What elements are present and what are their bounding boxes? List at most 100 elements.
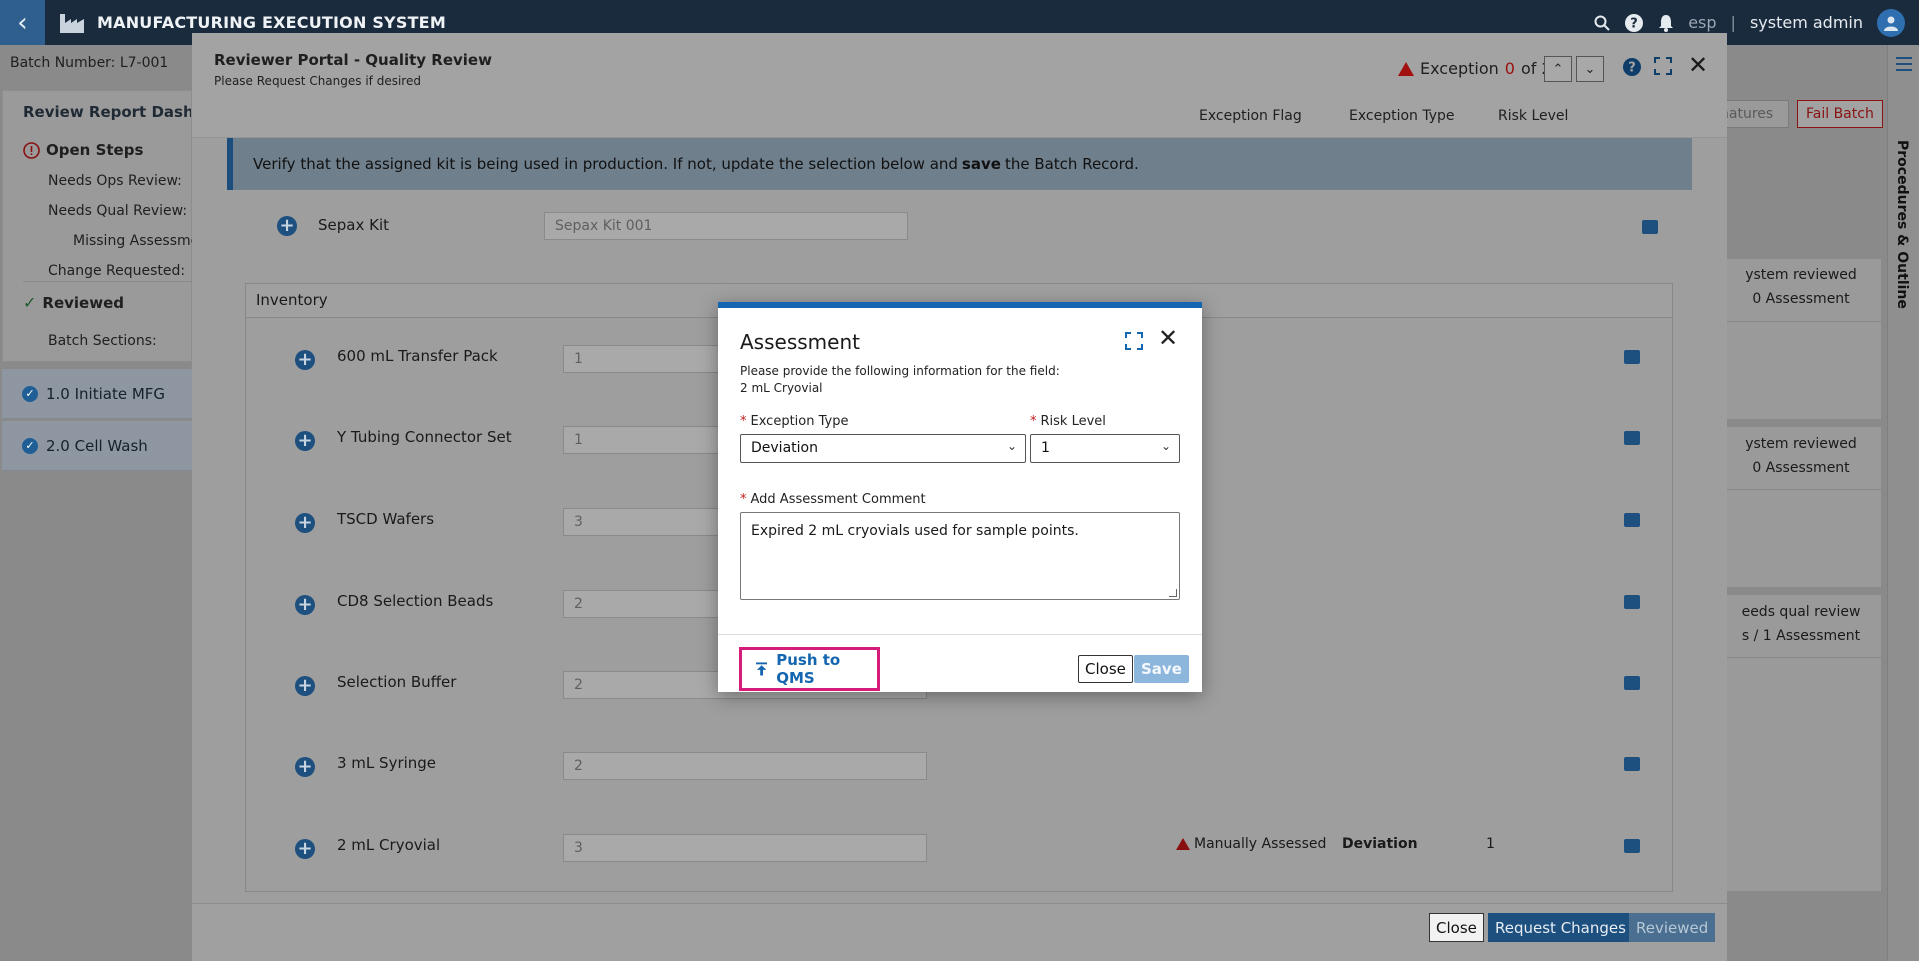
batch-number: Batch Number: L7-001	[10, 55, 169, 71]
dialog-info: Please provide the following information…	[740, 363, 1060, 397]
section-label: 1.0 Initiate MFG	[46, 384, 166, 403]
batch-sections-label: Batch Sections:	[48, 333, 157, 349]
open-steps-label[interactable]: Open Steps	[46, 141, 143, 159]
card-assessment-count: 0 Assessment	[1752, 460, 1850, 476]
bell-icon[interactable]	[1658, 14, 1674, 32]
upload-icon	[756, 662, 768, 676]
exception-type-select[interactable]: Deviation ⌄	[740, 434, 1026, 463]
dialog-save-button[interactable]: Save	[1134, 655, 1189, 683]
change-requested-label[interactable]: Change Requested:	[48, 263, 185, 279]
next-exception-button[interactable]: ⌄	[1576, 56, 1604, 82]
language-switch[interactable]: esp	[1688, 13, 1716, 32]
resize-grip-icon[interactable]	[1169, 589, 1177, 597]
user-avatar-icon[interactable]	[1877, 8, 1905, 37]
plus-circle-icon[interactable]: +	[295, 595, 315, 615]
section-summary-card: ystem reviewed 0 Assessment	[1720, 258, 1882, 420]
factory-icon	[60, 13, 84, 33]
edit-comment-icon[interactable]	[1624, 595, 1640, 609]
push-to-qms-button[interactable]: Push to QMS	[739, 647, 880, 691]
warning-triangle-icon	[1398, 61, 1414, 76]
close-icon[interactable]: ✕	[1158, 324, 1178, 352]
plus-circle-icon[interactable]: +	[295, 431, 315, 451]
column-header-exception-flag: Exception Flag	[1199, 108, 1302, 124]
portal-subtitle: Please Request Changes if desired	[214, 74, 421, 88]
plus-circle-icon[interactable]: +	[277, 216, 297, 236]
dialog-close-button[interactable]: Close	[1078, 655, 1133, 683]
required-marker: *	[740, 492, 747, 507]
plus-circle-icon[interactable]: +	[295, 350, 315, 370]
help-icon[interactable]: ?	[1622, 57, 1642, 77]
reviewed-button[interactable]: Reviewed	[1629, 913, 1716, 942]
section-item-cell-wash[interactable]: ✓ 2.0 Cell Wash	[2, 421, 192, 471]
required-marker: *	[740, 414, 747, 429]
separator: |	[1730, 13, 1736, 32]
required-marker: *	[1030, 414, 1037, 429]
edit-comment-icon[interactable]	[1642, 220, 1658, 234]
banner-text: Verify that the assigned kit is being us…	[253, 155, 958, 173]
app-title: MANUFACTURING EXECUTION SYSTEM	[97, 13, 446, 32]
edit-comment-icon[interactable]	[1624, 757, 1640, 771]
sepax-kit-row: + Sepax Kit Sepax Kit 001	[192, 208, 1727, 258]
help-icon[interactable]: ?	[1624, 13, 1644, 33]
risk-level-select[interactable]: 1 ⌄	[1030, 434, 1180, 463]
request-changes-button[interactable]: Request Changes	[1488, 913, 1633, 942]
inventory-item-label: CD8 Selection Beads	[337, 592, 494, 610]
assessment-comment-textarea[interactable]: Expired 2 mL cryovials used for sample p…	[740, 512, 1180, 600]
comment-text: Expired 2 mL cryovials used for sample p…	[751, 523, 1079, 539]
expand-icon[interactable]	[1654, 57, 1672, 75]
label-text: Exception Type	[750, 414, 849, 429]
chevron-down-icon: ⌄	[1160, 439, 1171, 453]
check-circle-icon: ✓	[22, 437, 38, 454]
banner-text-end: the Batch Record.	[1004, 155, 1139, 173]
fail-batch-button[interactable]: Fail Batch	[1797, 100, 1883, 128]
banner-emphasis: save	[961, 155, 1001, 173]
portal-title: Reviewer Portal - Quality Review	[214, 51, 492, 69]
plus-circle-icon[interactable]: +	[295, 839, 315, 859]
kit-label: Sepax Kit	[318, 216, 389, 234]
edit-comment-icon[interactable]	[1624, 431, 1640, 445]
back-chevron-icon[interactable]: ‹	[0, 0, 45, 45]
chevron-down-icon: ⌄	[1006, 439, 1017, 453]
close-icon[interactable]: ✕	[1688, 51, 1708, 79]
plus-circle-icon[interactable]: +	[295, 757, 315, 777]
plus-circle-icon[interactable]: +	[295, 513, 315, 533]
card-assessment-count: 0 Assessment	[1752, 291, 1850, 307]
needs-ops-label[interactable]: Needs Ops Review:	[48, 173, 182, 189]
plus-circle-icon[interactable]: +	[295, 676, 315, 696]
needs-qual-label[interactable]: Needs Qual Review:	[48, 203, 187, 219]
previous-exception-button[interactable]: ⌃	[1544, 56, 1572, 82]
exception-flag-text: Manually Assessed	[1194, 836, 1327, 852]
kit-input[interactable]: Sepax Kit 001	[544, 212, 908, 240]
exception-current: 0	[1504, 59, 1515, 78]
warning-circle-icon	[23, 141, 40, 159]
check-circle-icon: ✓	[22, 385, 38, 402]
svg-text:?: ?	[1628, 61, 1636, 76]
expand-icon[interactable]	[1125, 332, 1143, 350]
card-assessment-count: s / 1 Assessment	[1741, 628, 1861, 644]
risk-level-cell: 1	[1486, 836, 1495, 852]
edit-comment-icon[interactable]	[1624, 839, 1640, 853]
card-status: ystem reviewed	[1745, 267, 1857, 283]
search-icon[interactable]	[1594, 15, 1610, 31]
reviewed-label[interactable]: Reviewed	[42, 294, 124, 312]
inventory-item-label: Selection Buffer	[337, 673, 457, 691]
user-name[interactable]: system admin	[1750, 13, 1863, 32]
label-text: Add Assessment Comment	[750, 492, 926, 507]
section-summary-card: eeds qual review s / 1 Assessment	[1720, 594, 1882, 892]
card-status: eeds qual review	[1741, 604, 1861, 620]
inventory-quantity-input[interactable]: 3	[563, 834, 927, 862]
procedures-outline-tab[interactable]: Procedures & Outline	[1894, 140, 1910, 309]
edit-comment-icon[interactable]	[1624, 676, 1640, 690]
edit-comment-icon[interactable]	[1624, 513, 1640, 527]
inventory-item-label: 2 mL Cryovial	[337, 836, 441, 854]
select-value: 1	[1041, 440, 1050, 456]
warning-triangle-icon	[1176, 838, 1190, 850]
field-name: 2 mL Cryovial	[740, 381, 823, 395]
edit-comment-icon[interactable]	[1624, 350, 1640, 364]
close-button[interactable]: Close	[1429, 913, 1484, 942]
card-status: ystem reviewed	[1745, 436, 1857, 452]
inventory-quantity-input[interactable]: 2	[563, 752, 927, 780]
exception-flag-cell: Manually Assessed	[1176, 836, 1326, 852]
list-menu-icon[interactable]	[1896, 57, 1912, 71]
section-item-initiate-mfg[interactable]: ✓ 1.0 Initiate MFG	[2, 369, 192, 419]
